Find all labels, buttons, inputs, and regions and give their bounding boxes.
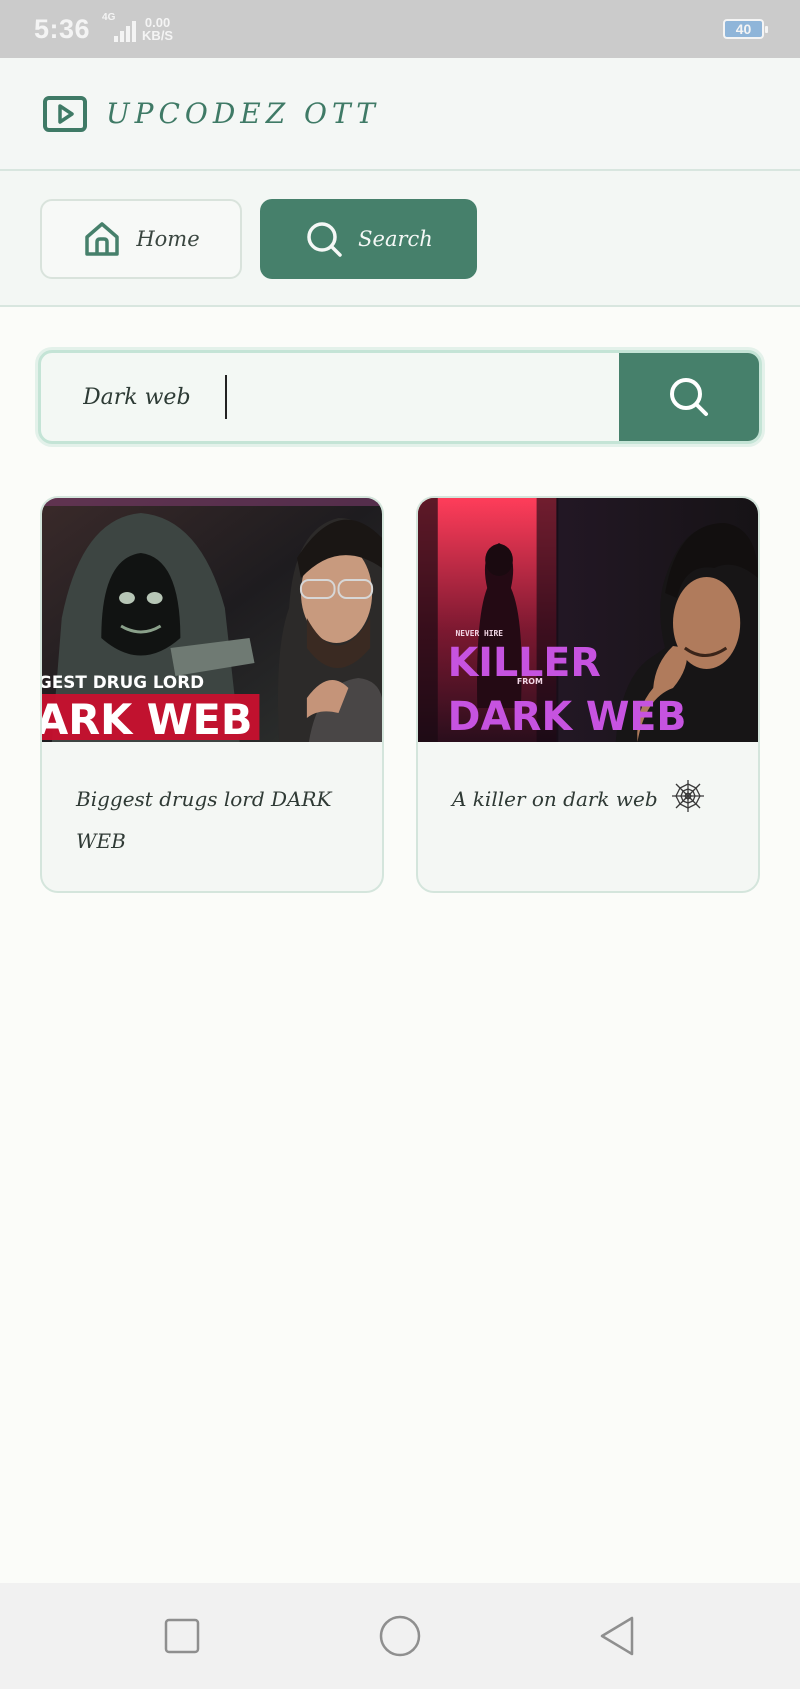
nav-search-button[interactable]: Search <box>260 199 477 279</box>
status-bar: 5:36 4G 0.00 KB/S 40 <box>0 0 800 58</box>
spider-web-icon <box>672 780 705 812</box>
network-speed: 0.00 KB/S <box>142 16 173 42</box>
result-title-text: A killer on dark web <box>452 787 658 811</box>
home-icon <box>85 222 120 256</box>
result-title: A killer on dark web <box>418 742 758 820</box>
app-header: UPCODEZ OTT <box>0 58 800 171</box>
android-navigation-bar <box>0 1583 800 1689</box>
home-circle-icon[interactable] <box>378 1614 422 1658</box>
back-icon[interactable] <box>596 1614 640 1658</box>
network-indicator: 4G 0.00 KB/S <box>100 12 173 42</box>
search-icon <box>307 222 342 257</box>
recent-apps-icon[interactable] <box>160 1614 204 1658</box>
search-submit-button[interactable] <box>619 353 759 441</box>
network-type: 4G <box>102 12 116 23</box>
video-thumbnail: GEST DRUG LORD ARK WEB <box>42 498 382 742</box>
thumbnail-text-line-1: GEST DRUG LORD <box>42 672 204 692</box>
search-bar <box>38 350 762 444</box>
nav-home-label: Home <box>136 227 200 251</box>
battery-icon: 40 <box>723 19 768 39</box>
nav-home-button[interactable]: Home <box>40 199 242 279</box>
thumbnail-text-line-1: NEVER HIRE <box>456 629 504 638</box>
result-title: Biggest drugs lord DARK WEB <box>76 787 332 853</box>
nav-search-label: Search <box>358 227 433 251</box>
speed-unit: KB/S <box>142 28 174 43</box>
thumbnail-text-line-3: FROM <box>517 677 543 686</box>
signal-icon <box>114 20 137 42</box>
thumbnail-text-line-2: ARK WEB <box>42 695 253 742</box>
search-input[interactable] <box>41 353 619 441</box>
top-nav: Home Search <box>0 171 800 307</box>
battery-level: 40 <box>735 21 752 37</box>
play-screen-icon <box>43 95 87 132</box>
video-thumbnail: NEVER HIRE KILLER FROM DARK WEB <box>418 498 758 742</box>
search-icon <box>670 378 708 416</box>
thumbnail-text-line-4: DARK WEB <box>448 694 687 740</box>
status-time: 5:36 <box>34 13 91 44</box>
text-caret <box>225 375 227 419</box>
result-card[interactable]: GEST DRUG LORD ARK WEB Biggest drugs lor… <box>40 496 384 893</box>
result-card[interactable]: NEVER HIRE KILLER FROM DARK WEB A killer… <box>416 496 760 893</box>
app-title: UPCODEZ OTT <box>106 97 380 130</box>
